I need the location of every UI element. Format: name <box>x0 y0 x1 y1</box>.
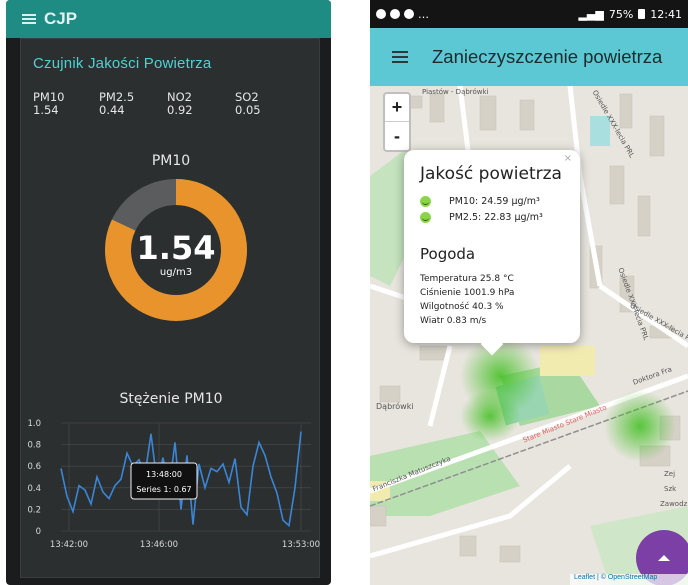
map-attribution[interactable]: Leaflet | © OpenStreetMap <box>570 574 688 585</box>
gauge-value: 1.54 <box>136 229 216 267</box>
gauge-unit: ug/m3 <box>159 267 193 278</box>
battery-icon <box>638 9 646 19</box>
pollution-heat-blob <box>460 390 520 442</box>
x-tick-label: 13:53:00 <box>282 540 320 550</box>
right-phone-screen: Piastów - Dąbrówki Dąbrówki Doktora Fra … <box>370 0 688 585</box>
chevron-up-icon <box>658 555 670 561</box>
notification-icon <box>404 9 414 19</box>
map-label-area: Zawodz <box>660 500 688 508</box>
notification-icon <box>390 9 400 19</box>
wind-reading: Wiatr 0.83 m/s <box>420 316 487 326</box>
x-tick-label: 13:42:00 <box>50 540 88 550</box>
weather-heading: Pogoda <box>420 245 476 263</box>
y-tick-label: 1.0 <box>27 419 41 429</box>
app-bar: Zanieczyszczenie powietrza <box>370 28 688 86</box>
zoom-control: + - <box>383 92 411 152</box>
pm25-reading: PM2.5: 22.83 μg/m³ <box>449 212 543 223</box>
y-tick-label: 0.4 <box>27 484 41 494</box>
battery-level: 75% <box>608 7 634 21</box>
app-title: Zanieczyszczenie powietrza <box>432 46 663 67</box>
zoom-out-button[interactable]: - <box>385 122 409 150</box>
metric-value: 0.92 <box>167 103 193 117</box>
clock: 12:41 <box>650 7 682 21</box>
app-topbar: CJP <box>6 0 331 38</box>
metric-pm25: PM2.5 0.44 <box>99 91 134 117</box>
more-icon: … <box>418 7 429 21</box>
metric-value: 0.44 <box>99 103 125 117</box>
pressure-reading: Ciśnienie 1001.9 hPa <box>420 288 515 298</box>
chart-title: Stężenie PM10 <box>119 391 223 407</box>
metric-no2: NO2 0.92 <box>167 91 193 117</box>
smiley-icon <box>420 212 431 223</box>
map-label-area: Szk <box>664 485 677 493</box>
metric-value: 0.05 <box>235 103 261 117</box>
map-popup: × Jakość powietrza PM10: 24.59 μg/m³ PM2… <box>404 150 580 356</box>
messenger-icon <box>376 9 386 19</box>
tooltip-value: Series 1: 0.67 <box>136 485 191 494</box>
temperature-reading: Temperatura 25.8 °C <box>420 274 514 284</box>
smiley-icon <box>420 196 431 207</box>
pm10-reading: PM10: 24.59 μg/m³ <box>449 196 540 207</box>
y-tick-label: 0.8 <box>27 441 41 451</box>
popup-close-button[interactable]: × <box>564 153 572 164</box>
map-label-district: Dąbrówki <box>376 402 414 411</box>
y-tick-label: 0.2 <box>27 505 41 515</box>
card-title: Czujnik Jakości Powietrza <box>33 55 212 72</box>
pm10-line-chart[interactable]: 0 0.2 0.4 0.6 0.8 1.0 13:42:00 13:46:00 13:53:00… <box>21 413 321 563</box>
parking-area <box>540 346 595 376</box>
map-label-area: Zej <box>664 470 676 478</box>
x-tick-label: 13:46:00 <box>140 540 178 550</box>
app-name: CJP <box>44 9 78 28</box>
y-tick-label: 0 <box>36 527 41 537</box>
pm10-row: PM10: 24.59 μg/m³ <box>420 196 540 207</box>
zoom-in-button[interactable]: + <box>385 94 409 122</box>
signal-icon: ▂▄▆ <box>578 7 604 21</box>
sensor-card: Czujnik Jakości Powietrza PM10 1.54 PM2.… <box>20 38 320 578</box>
humidity-reading: Wilgotność 40.3 % <box>420 302 504 312</box>
map-label-district: Piastów - Dąbrówki <box>422 88 489 96</box>
tooltip-time: 13:48:00 <box>146 470 182 479</box>
metric-pm10: PM10 1.54 <box>33 91 65 117</box>
left-phone-screen: CJP Czujnik Jakości Powietrza PM10 1.54 … <box>6 0 331 585</box>
air-quality-heading: Jakość powietrza <box>420 164 562 184</box>
y-tick-label: 0.6 <box>27 462 41 472</box>
pm25-row: PM2.5: 22.83 μg/m³ <box>420 212 543 223</box>
menu-icon[interactable] <box>392 51 408 63</box>
metric-value: 1.54 <box>33 103 59 117</box>
android-status-bar: … ▂▄▆ 75% 12:41 <box>370 0 688 28</box>
pollution-heat-blob <box>604 390 676 462</box>
menu-icon[interactable] <box>22 14 36 24</box>
gauge-title: PM10 <box>151 153 191 169</box>
metric-so2: SO2 0.05 <box>235 91 261 117</box>
